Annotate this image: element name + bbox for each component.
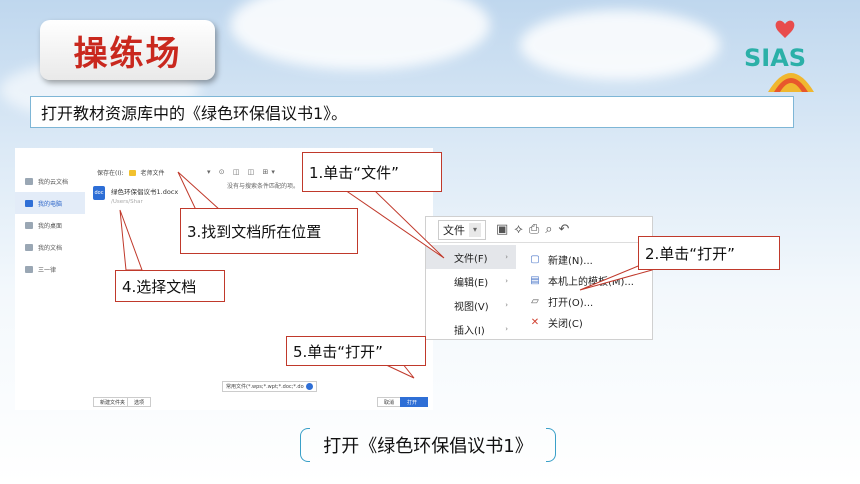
arrow-step1: [343, 189, 445, 259]
caption-bracket-left: [300, 428, 310, 462]
arrow-step3: [177, 171, 222, 211]
arrow-step4: [119, 209, 143, 271]
caption-box: 打开《绿色环保倡议书1》: [300, 428, 556, 462]
callout-step2: 2.单击“打开”: [638, 236, 780, 270]
caption-text: 打开《绿色环保倡议书1》: [323, 436, 533, 457]
callout-step5: 5.单击“打开”: [286, 336, 426, 366]
callout-step1: 1.单击“文件”: [302, 152, 442, 192]
caption-bracket-right: [546, 428, 556, 462]
callout-step3: 3.找到文档所在位置: [180, 208, 358, 254]
callout-step4: 4.选择文档: [115, 270, 225, 302]
